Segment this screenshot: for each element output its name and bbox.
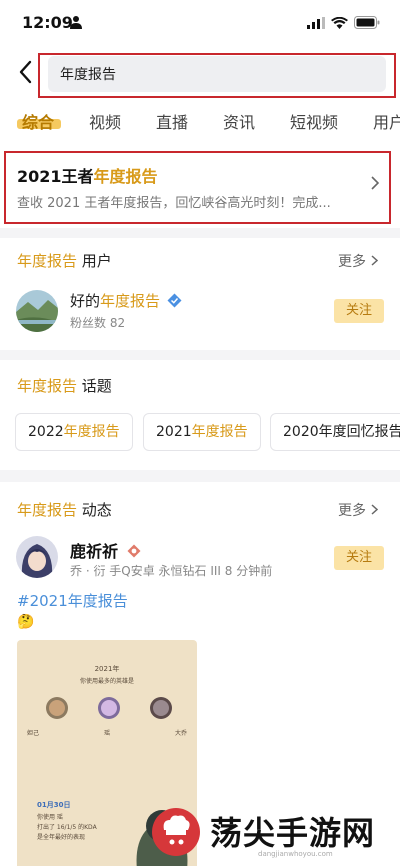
topic-chip-prefix: 2020年度回忆报告 xyxy=(283,424,400,440)
post-meta: 乔 · 衍 手Q安卓 永恒钻石 III 8 分钟前 xyxy=(70,564,273,578)
topic-chip-highlight: 年度报告 xyxy=(63,424,120,440)
verified-badge-icon xyxy=(167,293,182,308)
post-emoji: 🤔 xyxy=(17,614,35,630)
poster-date: 01月30日 xyxy=(37,801,71,809)
post-hashtag[interactable]: #2021年度报告 xyxy=(17,590,128,611)
tab-live[interactable]: 直播 xyxy=(156,109,188,133)
signal-icon xyxy=(307,16,325,29)
highlight-box-report xyxy=(4,151,391,224)
poster-hero-name: 妲己 xyxy=(27,730,40,737)
wifi-icon xyxy=(331,16,348,29)
poster-line-3: 是全年最好的表现 xyxy=(37,834,86,841)
posts-title-suffix: 动态 xyxy=(81,501,112,519)
posts-title-highlight: 年度报告 xyxy=(17,501,78,519)
user-name-prefix: 好的 xyxy=(70,292,101,310)
topic-chip-highlight: 年度报告 xyxy=(191,424,248,440)
posts-more-link[interactable]: 更多 xyxy=(338,500,378,520)
topic-chip-2020-recap[interactable]: 2020年度回忆报告 xyxy=(270,413,400,451)
tab-users[interactable]: 用户 xyxy=(373,109,400,133)
user-name[interactable]: 好的年度报告 xyxy=(70,290,182,311)
user-name-highlight: 年度报告 xyxy=(100,292,161,310)
back-arrow-icon[interactable] xyxy=(16,59,36,85)
posts-more-label: 更多 xyxy=(338,503,366,519)
battery-icon xyxy=(354,16,380,29)
search-box[interactable]: 年度报告 xyxy=(38,53,396,98)
status-bar: 12:09 xyxy=(0,0,400,46)
anime-avatar-image xyxy=(16,536,58,578)
topics-section: 年度报告 话题 2022年度报告 2021年度报告 2020年度回忆报告 xyxy=(0,360,400,470)
watermark-subtext: dangjianwhoyou.com xyxy=(258,850,333,858)
poster-hero-names: 妲己 瑶 大乔 xyxy=(27,728,187,737)
post-author-name[interactable]: 鹿祈祈 xyxy=(70,538,141,562)
tab-news[interactable]: 资讯 xyxy=(223,109,255,133)
users-more-label: 更多 xyxy=(338,254,366,270)
topics-title-highlight: 年度报告 xyxy=(17,377,78,395)
poster-hero-portraits xyxy=(46,697,172,719)
post-author-label: 鹿祈祈 xyxy=(70,542,119,561)
poster-hero-name: 大乔 xyxy=(174,730,187,737)
poster-subtitle: 你使用最多的英雄是 xyxy=(79,678,134,685)
search-header: 年度报告 xyxy=(0,46,400,100)
follow-author-button[interactable]: 关注 xyxy=(334,546,384,570)
status-time: 12:09 xyxy=(22,13,73,32)
topics-section-title: 年度报告 话题 xyxy=(17,375,112,396)
rank-badge-icon xyxy=(127,544,141,558)
annual-report-card[interactable]: 2021王者年度报告 查收 2021 王者年度报告，回忆峡谷高光时刻！完成... xyxy=(0,142,400,228)
status-icons xyxy=(307,16,380,29)
poster-line-1: 你使用 瑶 xyxy=(37,814,63,821)
user-avatar[interactable] xyxy=(16,290,58,332)
topic-chip-prefix: 2021 xyxy=(156,424,192,440)
watermark-text: 荡尖手游网 xyxy=(210,814,376,852)
chevron-right-icon xyxy=(371,504,378,515)
poster-hero-name: 瑶 xyxy=(103,730,110,737)
tab-short-video[interactable]: 短视频 xyxy=(290,109,338,133)
users-more-link[interactable]: 更多 xyxy=(338,251,378,271)
users-title-highlight: 年度报告 xyxy=(17,252,78,270)
user-fans-count: 粉丝数 82 xyxy=(70,316,126,330)
post-author-avatar[interactable] xyxy=(16,536,58,578)
person-icon xyxy=(70,16,82,29)
posts-section-title: 年度报告 动态 xyxy=(17,499,112,520)
search-tabs: 综合 视频 直播 资讯 短视频 用户 xyxy=(0,100,400,142)
topic-chip-2022[interactable]: 2022年度报告 xyxy=(15,413,133,451)
chef-mascot-logo-icon xyxy=(152,808,200,856)
poster-line-2: 打出了 16/1/5 的KDA xyxy=(37,824,97,831)
landscape-avatar-image xyxy=(16,290,58,332)
users-section-title: 年度报告 用户 xyxy=(17,250,112,271)
tab-comprehensive[interactable]: 综合 xyxy=(22,109,54,133)
topic-chip-prefix: 2022 xyxy=(28,424,64,440)
chevron-right-icon xyxy=(371,255,378,266)
tab-video[interactable]: 视频 xyxy=(89,109,121,133)
highlight-box-search xyxy=(38,53,396,98)
follow-user-button[interactable]: 关注 xyxy=(334,299,384,323)
users-section: 年度报告 用户 更多 好的年度报告 粉丝数 82 关注 xyxy=(0,238,400,350)
topic-chip-2021[interactable]: 2021年度报告 xyxy=(143,413,261,451)
site-watermark: 荡尖手游网 dangjianwhoyou.com xyxy=(150,800,400,866)
poster-year: 2021年 xyxy=(94,665,120,673)
users-title-suffix: 用户 xyxy=(81,252,112,270)
topics-title-suffix: 话题 xyxy=(81,377,112,395)
